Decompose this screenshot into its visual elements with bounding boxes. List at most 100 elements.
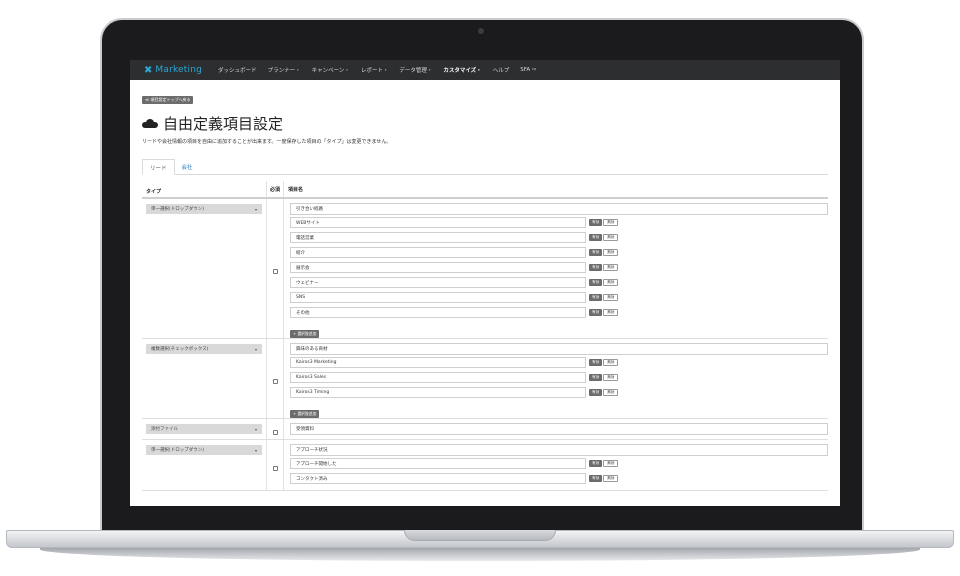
field-name-input[interactable]: 引き合い経路 <box>290 203 828 215</box>
caret-down-icon: ▾ <box>254 206 257 212</box>
required-checkbox[interactable] <box>272 465 278 471</box>
option-row: コンタクト済み 有効 無効 <box>290 471 828 486</box>
required-cell <box>266 338 284 419</box>
tab-bar: リード 会社 <box>142 159 828 175</box>
type-select[interactable]: 添付ファイル ▾ <box>146 424 262 434</box>
required-checkbox[interactable] <box>272 269 278 274</box>
nav-item[interactable]: データ管理・ <box>399 66 432 74</box>
nav-item[interactable]: キャンペーン・ <box>312 66 350 74</box>
nav-item[interactable]: ヘルプ <box>493 66 510 74</box>
option-input[interactable]: アプローチ開始した <box>290 458 586 469</box>
add-option-button[interactable]: + 選択肢追加 <box>290 330 320 338</box>
back-to-settings-button[interactable]: ≪ 項目設定トップへ戻る <box>142 96 194 104</box>
nav-item[interactable]: カスタマイズ・ <box>443 66 481 74</box>
type-cell: 添付ファイル ▾ <box>142 418 267 440</box>
type-select[interactable]: 複数選択(チェックボックス) ▾ <box>146 344 262 354</box>
disable-button[interactable]: 無効 <box>603 294 619 301</box>
required-cell <box>266 418 284 440</box>
laptop-shadow <box>40 547 920 561</box>
main-content: ≪ 項目設定トップへ戻る 自由定義項目設定 リードや会社情報の項目を自由に追加す… <box>130 80 840 491</box>
add-option-row: + 選択肢追加 <box>290 400 828 418</box>
enable-button[interactable]: 有効 <box>589 264 603 271</box>
logo-icon: ✖ <box>144 64 153 76</box>
table-header-row: タイプ 必須 項目名 <box>142 181 828 199</box>
option-input[interactable]: SNS <box>290 292 586 303</box>
add-option-button[interactable]: + 選択肢追加 <box>290 410 320 418</box>
option-input[interactable]: 電話営業 <box>290 232 586 243</box>
field-name-input[interactable]: 興味のある商材 <box>290 343 828 355</box>
option-input[interactable]: 紹介 <box>290 247 586 258</box>
field-items-cell: 興味のある商材 Kairos3 Marketing 有効 無効 Kairos3 Sale… <box>283 338 828 419</box>
nav-item[interactable]: SFA ⇨ <box>520 67 536 73</box>
disable-button[interactable]: 無効 <box>603 249 619 256</box>
type-cell: 複数選択(チェックボックス) ▾ <box>142 338 267 419</box>
disable-button[interactable]: 無効 <box>603 234 619 241</box>
option-input[interactable]: ウェビナー <box>290 277 586 288</box>
option-row: Kairos3 Timing 有効 無効 <box>290 385 828 400</box>
camera-icon <box>478 28 484 34</box>
brand-logo[interactable]: ✖ Marketing <box>144 65 202 76</box>
disable-button[interactable]: 無効 <box>603 264 619 271</box>
nav-menu: ダッシュボード プランナー・ キャンペーン・ レポート・ データ管理・ カスタマイズ・ ヘル… <box>218 66 547 74</box>
disable-button[interactable]: 無効 <box>603 374 619 381</box>
page-header: 自由定義項目設定 <box>142 113 828 134</box>
type-cell: 単一選択(ドロップダウン) ▾ <box>142 439 267 491</box>
tab-company[interactable]: 会社 <box>175 159 200 174</box>
option-row: SNS 有効 無効 <box>290 290 828 305</box>
field-items-cell: 引き合い経路 WEBサイト 有効 無効 電話営業 有効 無効 紹介 有効 無効 展示会 有効 無効 ウェビ… <box>283 198 828 339</box>
option-row: アプローチ開始した 有効 無効 <box>290 456 828 471</box>
nav-item[interactable]: レポート・ <box>361 66 389 74</box>
option-row: 電話営業 有効 無効 <box>290 230 828 245</box>
page-title: 自由定義項目設定 <box>163 115 284 133</box>
enable-button[interactable]: 有効 <box>589 249 603 256</box>
caret-down-icon: ▾ <box>254 447 257 453</box>
option-row: その他 有効 無効 <box>290 305 828 320</box>
field-name-input[interactable]: アプローチ状況 <box>290 444 828 456</box>
disable-button[interactable]: 無効 <box>603 219 619 226</box>
option-input[interactable]: Kairos3 Timing <box>290 387 586 398</box>
disable-button[interactable]: 無効 <box>603 389 619 396</box>
enable-button[interactable]: 有効 <box>589 475 603 482</box>
custom-fields-table: タイプ 必須 項目名 単一選択(ドロップダウン) ▾ 引き合い経路 WEBサイト 有効無… <box>142 181 828 491</box>
required-cell <box>266 198 284 339</box>
app-screen: ✖ Marketing ダッシュボード プランナー・ キャンペーン・ レポート・ データ… <box>130 60 840 506</box>
option-row: ウェビナー 有効 無効 <box>290 275 828 290</box>
nav-item[interactable]: ダッシュボード <box>218 66 257 74</box>
option-input[interactable]: WEBサイト <box>290 217 586 228</box>
tab-lead[interactable]: リード <box>142 159 175 175</box>
option-row: WEBサイト 有効 無効 <box>290 215 828 230</box>
option-input[interactable]: 展示会 <box>290 262 586 273</box>
table-row: 複数選択(チェックボックス) ▾ 興味のある商材 Kairos3 Marketing 有… <box>142 338 828 419</box>
nav-item[interactable]: プランナー・ <box>268 66 301 74</box>
disable-button[interactable]: 無効 <box>603 309 619 316</box>
enable-button[interactable]: 有効 <box>589 460 603 467</box>
option-input[interactable]: その他 <box>290 307 586 318</box>
type-select-label: 単一選択(ドロップダウン) <box>151 448 205 453</box>
type-select[interactable]: 単一選択(ドロップダウン) ▾ <box>146 445 262 455</box>
cloud-icon <box>142 119 158 128</box>
enable-button[interactable]: 有効 <box>589 294 603 301</box>
enable-button[interactable]: 有効 <box>589 389 603 396</box>
table-row: 添付ファイル ▾ 受領資料 <box>142 418 828 440</box>
field-name-input[interactable]: 受領資料 <box>290 423 828 435</box>
disable-button[interactable]: 無効 <box>603 475 619 482</box>
option-row: 紹介 有効 無効 <box>290 245 828 260</box>
option-input[interactable]: Kairos3 Marketing <box>290 357 586 368</box>
enable-button[interactable]: 有効 <box>589 234 603 241</box>
required-cell <box>266 439 284 491</box>
required-checkbox[interactable] <box>272 429 278 435</box>
enable-button[interactable]: 有効 <box>589 374 603 381</box>
table-row: 単一選択(ドロップダウン) ▾ 引き合い経路 WEBサイト 有効 無効 電話営業 有効 無効 紹介… <box>142 198 828 339</box>
enable-button[interactable]: 有効 <box>589 359 603 366</box>
enable-button[interactable]: 有効 <box>589 309 603 316</box>
enable-button[interactable]: 有効 <box>589 279 603 286</box>
option-input[interactable]: コンタクト済み <box>290 473 586 484</box>
enable-button[interactable]: 有効 <box>589 219 603 226</box>
disable-button[interactable]: 無効 <box>603 279 619 286</box>
type-select[interactable]: 単一選択(ドロップダウン) ▾ <box>146 204 262 214</box>
option-input[interactable]: Kairos3 Sales <box>290 372 586 383</box>
disable-button[interactable]: 無効 <box>603 460 619 467</box>
required-checkbox[interactable] <box>272 379 278 384</box>
disable-button[interactable]: 無効 <box>603 359 619 366</box>
type-select-label: 添付ファイル <box>151 427 178 432</box>
